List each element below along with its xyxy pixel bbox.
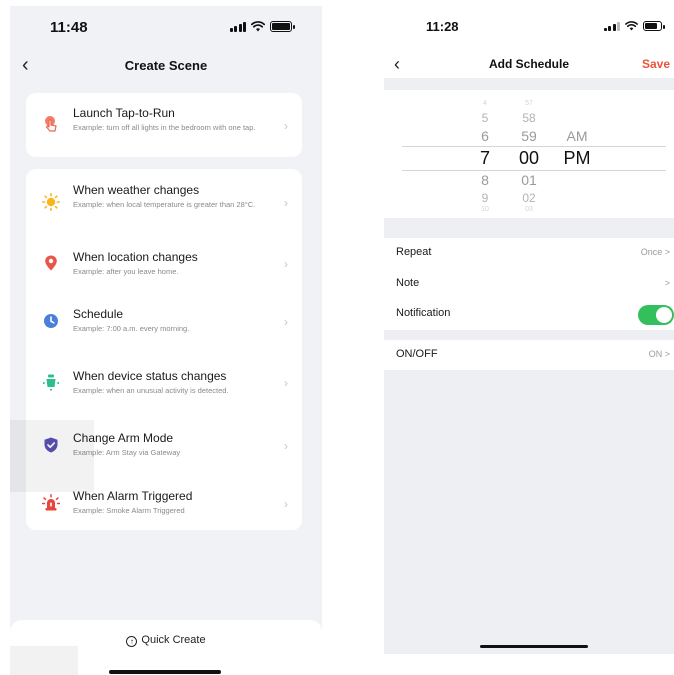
signal-icon (229, 21, 246, 32)
hour-option: 8 (481, 172, 489, 188)
tap-hand-icon (45, 116, 57, 132)
toggle-knob (656, 307, 672, 323)
save-button[interactable]: Save (642, 57, 670, 71)
condition-desc: Example: after you leave home. (73, 267, 179, 276)
hour-option: 4 (483, 100, 487, 107)
repeat-value: Once > (640, 247, 670, 257)
condition-schedule[interactable]: Schedule Example: 7:00 a.m. every mornin… (26, 307, 302, 355)
nav-bar: ‹ Add Schedule Save (384, 54, 674, 78)
note-label: Note (396, 277, 420, 289)
condition-title: When device status changes (73, 369, 227, 383)
condition-title: Schedule (73, 307, 124, 321)
hour-option: 5 (481, 111, 489, 125)
hour-option: 9 (481, 191, 489, 205)
home-indicator (480, 645, 588, 648)
condition-title: When weather changes (73, 183, 200, 197)
minute-option: 03 (525, 206, 533, 213)
minute-selected: 00 (518, 148, 540, 168)
overlay-shade (10, 420, 94, 492)
wifi-icon (251, 21, 265, 32)
hour-selected: 7 (479, 148, 490, 168)
tap-to-run-desc: Example: turn off all lights in the bedr… (73, 123, 256, 132)
alarm-siren-icon (42, 494, 60, 511)
onoff-value: ON > (648, 349, 670, 359)
condition-title: When location changes (73, 250, 198, 264)
minute-option: 58 (522, 111, 536, 125)
arrow-up-circle-icon: ↑ (126, 636, 138, 647)
ampm-option: AM (566, 128, 588, 144)
chevron-right-icon: › (284, 439, 288, 453)
home-indicator (109, 670, 221, 674)
picker-divider (402, 146, 666, 147)
chevron-right-icon: > (664, 278, 670, 288)
chevron-right-icon: › (284, 315, 288, 329)
chevron-right-icon: › (284, 196, 288, 210)
condition-location[interactable]: When location changes Example: after you… (26, 250, 302, 298)
notification-toggle[interactable] (638, 305, 674, 325)
picker-divider (402, 170, 666, 171)
nav-bar: ‹ Create Scene (10, 54, 322, 78)
onoff-list: ON/OFF ON > (384, 340, 674, 370)
repeat-row[interactable]: Repeat Once > (384, 238, 674, 268)
status-time: 11:28 (426, 19, 459, 34)
notification-label: Notification (396, 307, 451, 319)
battery-icon (270, 21, 295, 32)
note-row[interactable]: Note > (384, 269, 674, 299)
notification-row: Notification (384, 299, 674, 329)
repeat-label: Repeat (396, 246, 432, 258)
settings-list: Repeat Once > Note > Notification (384, 238, 674, 330)
signal-icon (603, 20, 620, 31)
ampm-selected: PM (563, 148, 591, 168)
location-pin-icon (45, 255, 57, 271)
sun-icon (42, 193, 60, 211)
condition-desc: Example: Arm Stay via Gateway (73, 448, 181, 457)
status-bar: 11:48 (10, 6, 322, 46)
battery-icon (643, 20, 665, 31)
chevron-right-icon: › (284, 376, 288, 390)
chevron-right-icon: › (284, 119, 288, 133)
chevron-right-icon: › (284, 257, 288, 271)
device-icon (42, 374, 60, 391)
wifi-icon (625, 20, 638, 31)
minute-option: 59 (521, 128, 537, 144)
screenshot-stage: 11:48 ‹ Create Scene Launch Tap-to-Run E… (0, 0, 674, 675)
tap-to-run-title: Launch Tap-to-Run (73, 106, 175, 120)
status-icons (603, 20, 665, 31)
status-bar: 11:28 (384, 6, 674, 46)
condition-device-status[interactable]: When device status changes Example: when… (26, 369, 302, 417)
minute-option: 57 (525, 100, 533, 107)
condition-alarm[interactable]: When Alarm Triggered Example: Smoke Alar… (26, 489, 302, 537)
condition-weather[interactable]: When weather changes Example: when local… (26, 183, 302, 231)
minute-option: 01 (521, 172, 537, 188)
minute-option: 02 (522, 191, 536, 205)
status-time: 11:48 (50, 19, 88, 36)
add-schedule-screen: 11:28 ‹ Add Schedule Save 4 5 6 7 8 9 10 (384, 6, 674, 654)
tap-to-run-row[interactable]: Launch Tap-to-Run Example: turn off all … (26, 106, 302, 154)
page-title: Create Scene (124, 58, 208, 73)
condition-desc: Example: when an unusual activity is det… (73, 386, 229, 395)
overlay-shade (10, 646, 78, 675)
time-picker[interactable]: 4 5 6 7 8 9 10 57 58 59 00 01 02 03 AM P… (384, 90, 674, 218)
condition-desc: Example: Smoke Alarm Triggered (73, 506, 185, 515)
onoff-row[interactable]: ON/OFF ON > (384, 340, 674, 370)
status-icons (229, 21, 295, 32)
hour-option: 6 (481, 128, 489, 144)
chevron-right-icon: › (284, 497, 288, 511)
create-scene-screen: 11:48 ‹ Create Scene Launch Tap-to-Run E… (10, 6, 322, 675)
hour-option: 10 (481, 206, 489, 213)
condition-desc: Example: when local temperature is great… (73, 200, 256, 209)
page-title: Add Schedule (488, 57, 569, 71)
onoff-label: ON/OFF (396, 348, 438, 360)
quick-create-label: Quick Create (141, 634, 206, 646)
clock-icon (44, 314, 58, 328)
condition-desc: Example: 7:00 a.m. every morning. (73, 324, 190, 333)
tap-to-run-card[interactable]: Launch Tap-to-Run Example: turn off all … (26, 93, 302, 157)
